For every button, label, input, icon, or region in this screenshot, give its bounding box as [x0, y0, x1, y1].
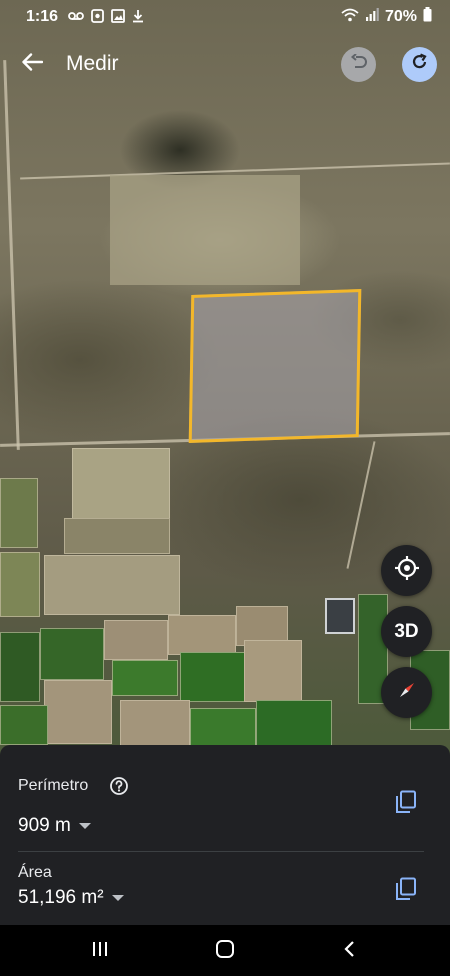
map-field — [120, 700, 190, 746]
recents-icon — [91, 940, 109, 963]
arrow-back-icon — [21, 52, 44, 76]
compass-button[interactable] — [381, 667, 432, 718]
area-label: Área — [18, 864, 52, 881]
battery-icon — [423, 7, 432, 27]
status-time: 1:16 — [26, 8, 59, 25]
map-field — [180, 652, 248, 702]
map-field — [112, 660, 178, 696]
page-title: Medir — [66, 52, 119, 75]
app-bar: Medir — [0, 44, 450, 84]
copy-icon — [395, 790, 417, 819]
map-field — [40, 628, 104, 680]
status-bar: 1:16 70% — [0, 0, 450, 34]
redo-icon — [411, 53, 429, 76]
battery-percent: 70% — [384, 8, 417, 25]
map-field — [0, 632, 40, 702]
undo-button[interactable] — [341, 47, 376, 82]
map-building — [325, 598, 355, 634]
map-field — [244, 640, 302, 702]
map-field — [104, 620, 168, 660]
copy-icon — [395, 877, 417, 906]
copy-area-button[interactable] — [392, 877, 420, 905]
my-location-icon — [394, 555, 420, 587]
map-field — [0, 552, 40, 617]
map-field — [44, 680, 112, 744]
divider — [18, 851, 424, 852]
system-nav-bar — [0, 925, 450, 976]
perimeter-unit-dropdown[interactable]: 909 m — [18, 815, 91, 837]
area-value: 51,196 m² — [18, 887, 104, 908]
perimeter-value: 909 m — [18, 815, 71, 836]
undo-icon — [350, 53, 368, 75]
chevron-down-icon — [111, 895, 124, 901]
signal-icon — [365, 7, 379, 27]
map-field — [256, 700, 332, 746]
home-button[interactable] — [211, 938, 239, 964]
map-field — [190, 708, 256, 746]
map-road — [346, 441, 376, 569]
map-field — [168, 615, 236, 655]
map-field — [64, 518, 170, 554]
map-field — [44, 555, 180, 615]
map-field — [72, 448, 170, 520]
map-cleared-area — [110, 175, 300, 285]
map-field — [0, 705, 48, 745]
measured-area-polygon[interactable] — [188, 289, 362, 443]
gallery-icon — [111, 8, 125, 26]
map-road — [3, 60, 20, 450]
area-unit-dropdown[interactable]: 51,196 m² — [18, 887, 124, 909]
copy-perimeter-button[interactable] — [392, 790, 420, 818]
satellite-map[interactable] — [0, 0, 450, 760]
download-icon — [132, 9, 144, 26]
wifi-icon — [341, 8, 359, 27]
map-field — [0, 478, 38, 548]
nav-back-button[interactable] — [336, 938, 364, 964]
home-icon — [215, 939, 235, 964]
app-icon — [91, 8, 104, 26]
view-3d-label: 3D — [394, 620, 419, 642]
measurement-sheet: Perímetro 909 m Área 51,196 m² — [0, 745, 450, 925]
my-location-button[interactable] — [381, 545, 432, 596]
back-button[interactable] — [16, 48, 48, 80]
help-icon[interactable] — [109, 776, 129, 796]
view-3d-button[interactable]: 3D — [381, 606, 432, 657]
chevron-down-icon — [78, 823, 91, 829]
voicemail-icon — [68, 9, 84, 26]
perimeter-label: Perímetro — [18, 777, 89, 794]
redo-button[interactable] — [402, 47, 437, 82]
back-icon — [343, 940, 357, 963]
compass-icon — [394, 677, 420, 709]
recents-button[interactable] — [86, 938, 114, 964]
